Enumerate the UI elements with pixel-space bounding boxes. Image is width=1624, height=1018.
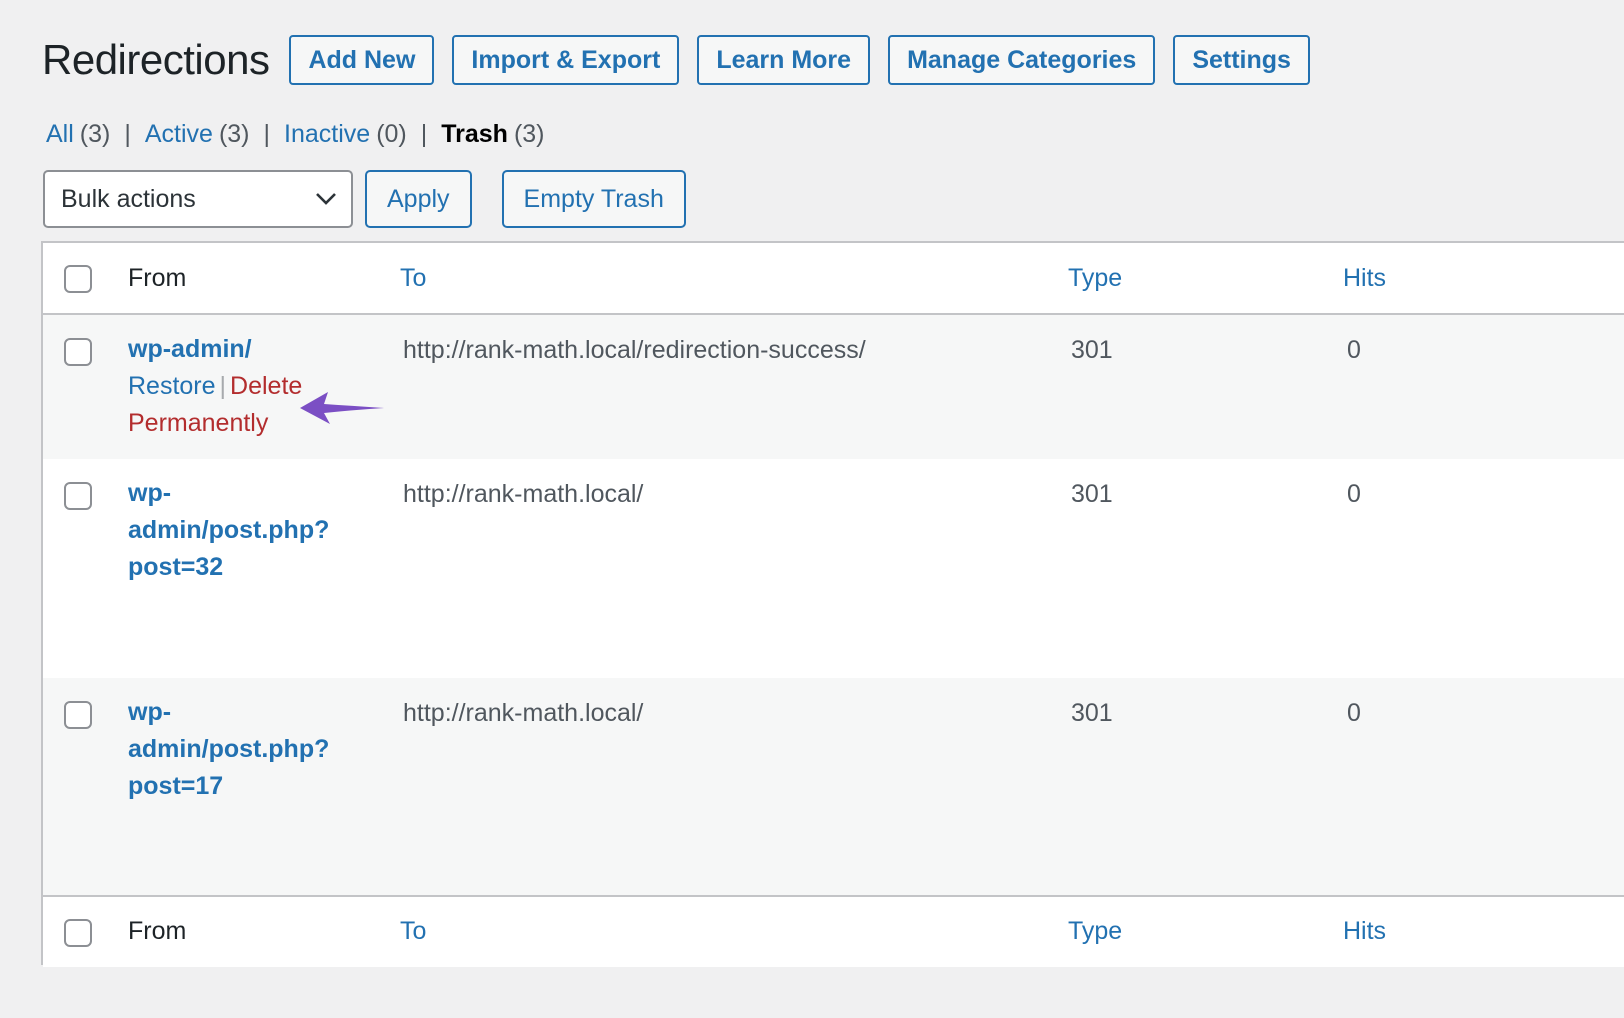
row-checkbox[interactable] [64, 482, 92, 510]
select-all-checkbox[interactable] [64, 265, 92, 293]
table-nav-top: Bulk actions Apply Empty Trash [43, 170, 716, 228]
filter-separator: | [420, 120, 428, 148]
filter-separator: | [263, 120, 271, 148]
filter-inactive[interactable]: Inactive [284, 120, 370, 149]
filter-inactive-count: (0) [376, 120, 407, 148]
row-checkbox[interactable] [64, 701, 92, 729]
from-cell: wp- admin/post.php? post=32 [128, 475, 329, 586]
hits-cell: 0 [1347, 336, 1361, 364]
from-line: admin/post.php? [128, 516, 330, 544]
page-header: Redirections Add New Import & Export Lea… [42, 34, 1328, 86]
filter-trash-current[interactable]: Trash [441, 120, 508, 149]
type-cell: 301 [1071, 336, 1113, 364]
from-line: wp- [128, 479, 172, 507]
filter-active[interactable]: Active [145, 120, 213, 149]
arrow-left-icon [300, 392, 384, 424]
page-title: Redirections [42, 36, 270, 83]
from-cell: wp- admin/post.php? post=17 [128, 694, 329, 805]
hits-cell: 0 [1347, 699, 1361, 727]
column-header-from: From [128, 264, 187, 292]
filter-trash-count: (3) [513, 120, 545, 148]
column-footer-from: From [128, 917, 187, 945]
filter-all-count: (3) [79, 120, 111, 148]
table-footer: From To Type Hits [43, 895, 1624, 967]
column-header-to[interactable]: To [400, 264, 426, 293]
redirections-table: From To Type Hits wp-admin/ Restore | Dele… [41, 241, 1624, 967]
action-separator: | [219, 372, 227, 400]
status-filters: All (3) | Active (3) | Inactive (0) | Tr… [46, 120, 545, 149]
table-row: wp- admin/post.php? post=17 http://rank-… [43, 678, 1624, 895]
column-header-hits[interactable]: Hits [1343, 264, 1386, 293]
chevron-down-icon [316, 193, 336, 205]
column-footer-hits[interactable]: Hits [1343, 917, 1386, 946]
from-line: wp- [128, 698, 172, 726]
type-cell: 301 [1071, 699, 1113, 727]
filter-separator: | [124, 120, 131, 148]
restore-link[interactable]: Restore [128, 372, 216, 400]
hits-cell: 0 [1347, 480, 1361, 508]
manage-categories-button[interactable]: Manage Categories [888, 35, 1156, 85]
empty-trash-button[interactable]: Empty Trash [501, 170, 686, 228]
bulk-actions-select[interactable]: Bulk actions [43, 170, 353, 228]
to-cell: http://rank-math.local/ [403, 699, 644, 727]
from-link[interactable]: wp- admin/post.php? post=32 [128, 475, 329, 586]
to-cell: http://rank-math.local/ [403, 480, 644, 508]
settings-button[interactable]: Settings [1173, 35, 1310, 85]
table-header: From To Type Hits [43, 243, 1624, 315]
import-export-button[interactable]: Import & Export [452, 35, 680, 85]
column-header-type[interactable]: Type [1068, 264, 1122, 293]
column-footer-type[interactable]: Type [1068, 917, 1122, 946]
apply-button[interactable]: Apply [365, 170, 472, 228]
delete-label-line1: Delete [230, 372, 303, 400]
learn-more-button[interactable]: Learn More [697, 35, 871, 85]
delete-label-line2: Permanently [128, 409, 269, 437]
filter-all[interactable]: All [46, 120, 74, 149]
from-line: admin/post.php? [128, 735, 330, 763]
add-new-button[interactable]: Add New [289, 35, 435, 85]
filter-active-count: (3) [218, 120, 250, 148]
from-line: post=32 [128, 553, 224, 581]
table-row: wp- admin/post.php? post=32 http://rank-… [43, 459, 1624, 678]
row-checkbox[interactable] [64, 338, 92, 366]
type-cell: 301 [1071, 480, 1113, 508]
to-cell: http://rank-math.local/redirection-succe… [403, 336, 866, 364]
bulk-actions-value: Bulk actions [61, 184, 196, 213]
from-link[interactable]: wp-admin/ [128, 331, 328, 368]
from-line: post=17 [128, 772, 224, 800]
select-all-checkbox-footer[interactable] [64, 919, 92, 947]
table-row: wp-admin/ Restore | Delete Permanently http… [43, 315, 1624, 459]
column-footer-to[interactable]: To [400, 917, 426, 946]
from-link[interactable]: wp- admin/post.php? post=17 [128, 694, 329, 805]
